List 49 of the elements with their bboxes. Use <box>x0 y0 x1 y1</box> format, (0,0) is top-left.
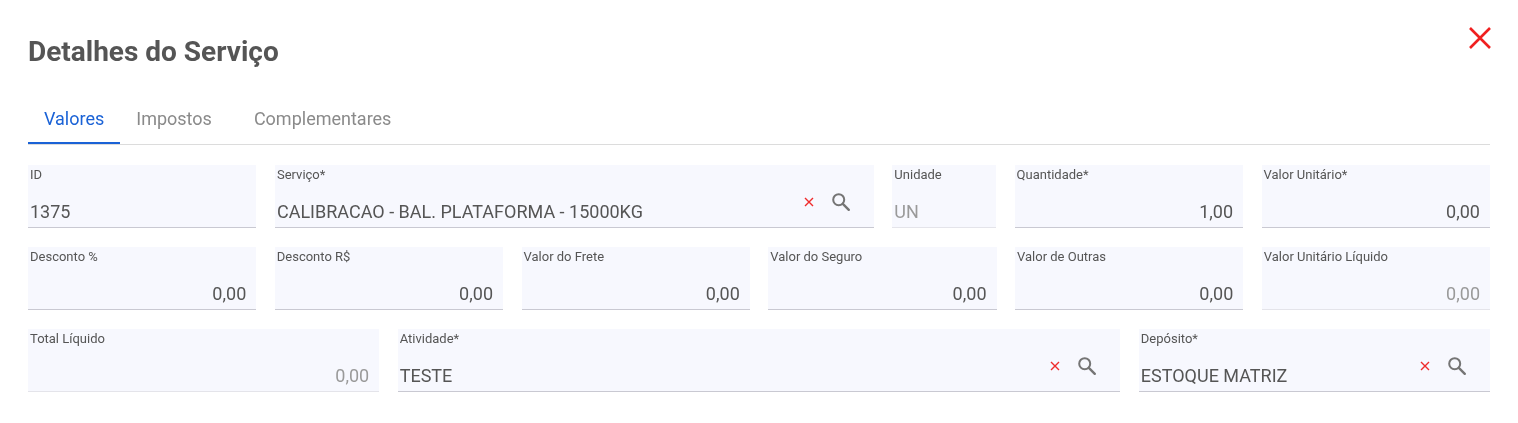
field-label: Unidade <box>894 167 943 183</box>
field-label: Valor Unitário Líquido <box>1263 249 1389 265</box>
input-field[interactable]: ID 1375 <box>28 165 257 228</box>
field-label: Serviço* <box>276 167 327 183</box>
field-label: Valor Unitário* <box>1263 167 1349 183</box>
field-label: Total Líquido <box>30 331 106 347</box>
input-field[interactable]: Desconto R$ 0,00 <box>274 247 503 310</box>
field-label: Atividade* <box>399 331 461 347</box>
field-value: 1375 <box>30 201 72 223</box>
field-value: 0,00 <box>704 283 741 305</box>
dialog-title: Detalhes do Serviço <box>28 34 279 70</box>
search-icon[interactable] <box>1076 355 1099 377</box>
field-value: 1,00 <box>1198 201 1234 223</box>
clear-icon[interactable] <box>803 197 814 207</box>
input-field[interactable]: Desconto % 0,00 <box>28 247 257 310</box>
input-field[interactable]: Valor do Frete 0,00 <box>521 247 750 310</box>
clear-icon[interactable] <box>1050 361 1061 371</box>
field-value: ESTOQUE MATRIZ <box>1140 365 1289 387</box>
tab[interactable]: Impostos <box>120 94 228 144</box>
search-icon[interactable] <box>1446 355 1468 377</box>
input-field[interactable]: Depósito* ESTOQUE MATRIZ <box>1138 329 1490 392</box>
input-field[interactable]: Atividade* TESTE <box>397 329 1121 392</box>
field-value: 0,00 <box>1445 201 1481 223</box>
field-value: UN <box>894 201 920 223</box>
input-field[interactable]: Valor Unitário* 0,00 <box>1261 165 1490 228</box>
field-value: 0,00 <box>458 283 494 305</box>
field-label: ID <box>30 167 44 183</box>
field-label: Desconto % <box>30 249 99 265</box>
input-field[interactable]: Quantidade* 1,00 <box>1014 165 1243 228</box>
input-field[interactable]: Valor do Seguro 0,00 <box>768 247 997 310</box>
close-icon[interactable] <box>1468 26 1492 50</box>
field-value: TESTE <box>399 365 454 387</box>
field-value: 0,00 <box>334 365 371 387</box>
field-value: CALIBRACAO - BAL. PLATAFORMA - 15000KG <box>276 201 644 223</box>
field-label: Valor de Outras <box>1017 249 1107 265</box>
field-value: 0,00 <box>1445 283 1481 305</box>
field-value: 0,00 <box>211 283 248 305</box>
field-label: Desconto R$ <box>276 249 352 265</box>
input-field[interactable]: Valor de Outras 0,00 <box>1015 247 1244 310</box>
field-label: Depósito* <box>1140 331 1199 347</box>
input-field[interactable]: Serviço* CALIBRACAO - BAL. PLATAFORMA - 15000KG <box>274 165 874 228</box>
field-label: Valor do Frete <box>523 249 606 265</box>
field-label: Quantidade* <box>1016 167 1090 183</box>
search-icon[interactable] <box>829 191 852 213</box>
field-label: Valor do Seguro <box>770 249 864 265</box>
clear-icon[interactable] <box>1420 361 1430 371</box>
field-value: 0,00 <box>1198 283 1235 305</box>
tab[interactable]: Valores <box>28 94 121 144</box>
field-value: 0,00 <box>951 283 988 305</box>
